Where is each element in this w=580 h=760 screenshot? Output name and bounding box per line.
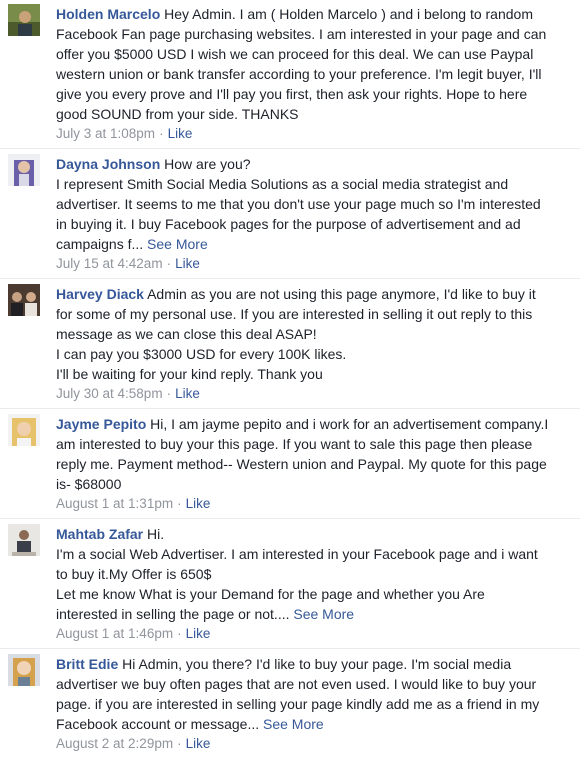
- avatar-photo-icon: [8, 414, 40, 446]
- comment-meta: July 15 at 4:42am · Like: [56, 254, 576, 274]
- timestamp[interactable]: July 30 at 4:58pm: [56, 386, 163, 401]
- divider: [0, 148, 580, 149]
- comment-text: Hey Admin. I am ( Holden Marcelo ) and i…: [164, 6, 533, 22]
- comment-meta: July 3 at 1:08pm · Like: [56, 124, 576, 144]
- timestamp[interactable]: July 3 at 1:08pm: [56, 126, 155, 141]
- avatar[interactable]: [8, 654, 40, 686]
- see-more-link[interactable]: See More: [147, 236, 208, 252]
- comment-meta: August 2 at 2:29pm · Like: [56, 734, 576, 754]
- comment-text: I represent Smith Social Media Solutions…: [56, 176, 509, 192]
- comment-author[interactable]: Dayna Johnson: [56, 156, 160, 172]
- like-link[interactable]: Like: [186, 496, 211, 511]
- divider: [0, 518, 580, 519]
- comment-author[interactable]: Jayme Pepito: [56, 416, 146, 432]
- avatar[interactable]: [8, 284, 40, 316]
- meta-separator: ·: [159, 126, 164, 141]
- avatar[interactable]: [8, 524, 40, 556]
- comment-text: reply me. Payment method-- Western union…: [56, 456, 547, 472]
- avatar-photo-icon: [8, 284, 40, 316]
- like-link[interactable]: Like: [186, 736, 211, 751]
- comment-author[interactable]: Holden Marcelo: [56, 6, 160, 22]
- divider: [0, 408, 580, 409]
- comment-text: good SOUND from your side. THANKS: [56, 106, 299, 122]
- comment-list: Holden Marcelo Hey Admin. I am ( Holden …: [0, 0, 580, 760]
- like-link[interactable]: Like: [175, 256, 200, 271]
- like-link[interactable]: Like: [175, 386, 200, 401]
- comment-text: in buying it. I buy Facebook pages for t…: [56, 216, 521, 232]
- comment-author[interactable]: Harvey Diack: [56, 286, 144, 302]
- meta-separator: ·: [166, 256, 172, 271]
- comment-meta: August 1 at 1:46pm · Like: [56, 624, 576, 644]
- comment-text: Hi.: [147, 526, 165, 542]
- comment-author[interactable]: Mahtab Zafar: [56, 526, 143, 542]
- comment-text: give you every prove and I'll pay you fi…: [56, 86, 528, 102]
- comment-text: page. if you are interested in selling y…: [56, 696, 540, 712]
- timestamp[interactable]: August 2 at 2:29pm: [56, 736, 173, 751]
- comment-text: am interested to buy your this page. If …: [56, 436, 533, 452]
- comment-text: I'll be waiting for your kind reply. Tha…: [56, 366, 323, 382]
- like-link[interactable]: Like: [168, 126, 193, 141]
- avatar[interactable]: [8, 154, 40, 186]
- comment-text: interested in selling the page or not...…: [56, 606, 290, 622]
- comment-text: offer you $5000 USD I wish we can procee…: [56, 46, 534, 62]
- timestamp[interactable]: August 1 at 1:31pm: [56, 496, 173, 511]
- comment-text: is- $68000: [56, 476, 122, 492]
- comment-text: Facebook Fan page purchasing websites. I…: [56, 26, 547, 42]
- comment-text: western union or bank transfer according…: [56, 66, 542, 82]
- comment-text: message as we can close this deal ASAP!: [56, 326, 317, 342]
- comment-text: advertiser. It seems to me that you don'…: [56, 196, 541, 212]
- comment-meta: August 1 at 1:31pm · Like: [56, 494, 576, 514]
- meta-separator: ·: [177, 736, 182, 751]
- comment-text: Hi Admin, you there? I'd like to buy you…: [122, 656, 512, 672]
- like-link[interactable]: Like: [186, 626, 211, 641]
- timestamp[interactable]: July 15 at 4:42am: [56, 256, 163, 271]
- timestamp[interactable]: August 1 at 1:46pm: [56, 626, 173, 641]
- comment-meta: July 30 at 4:58pm · Like: [56, 384, 576, 404]
- avatar-photo-icon: [8, 154, 40, 186]
- avatar[interactable]: [8, 414, 40, 446]
- meta-separator: ·: [177, 626, 182, 641]
- comment-author[interactable]: Britt Edie: [56, 656, 118, 672]
- comment-text: I'm a social Web Advertiser. I am intere…: [56, 546, 538, 562]
- meta-separator: ·: [177, 496, 182, 511]
- comment-text: Admin as you are not using this page any…: [147, 286, 536, 302]
- avatar-photo-icon: [8, 654, 40, 686]
- see-more-link[interactable]: See More: [293, 606, 354, 622]
- comment-text: for some of my personal use. If you are …: [56, 306, 533, 322]
- comment-text: How are you?: [164, 156, 251, 172]
- meta-separator: ·: [166, 386, 172, 401]
- comment-text: campaigns f...: [56, 236, 144, 252]
- divider: [0, 648, 580, 649]
- comment-text: Facebook account or message...: [56, 716, 260, 732]
- comment-text: to buy it.My Offer is 650$: [56, 566, 212, 582]
- see-more-link[interactable]: See More: [263, 716, 324, 732]
- avatar-photo-icon: [8, 524, 40, 556]
- divider: [0, 278, 580, 279]
- comment-text: Hi, I am jayme pepito and i work for an …: [150, 416, 549, 432]
- avatar[interactable]: [8, 4, 40, 36]
- avatar-photo-icon: [8, 4, 40, 36]
- comment-text: advertiser we buy often pages that are n…: [56, 676, 537, 692]
- comment-text: Let me know What is your Demand for the …: [56, 586, 485, 602]
- comment-text: I can pay you $3000 USD for every 100K l…: [56, 346, 347, 362]
